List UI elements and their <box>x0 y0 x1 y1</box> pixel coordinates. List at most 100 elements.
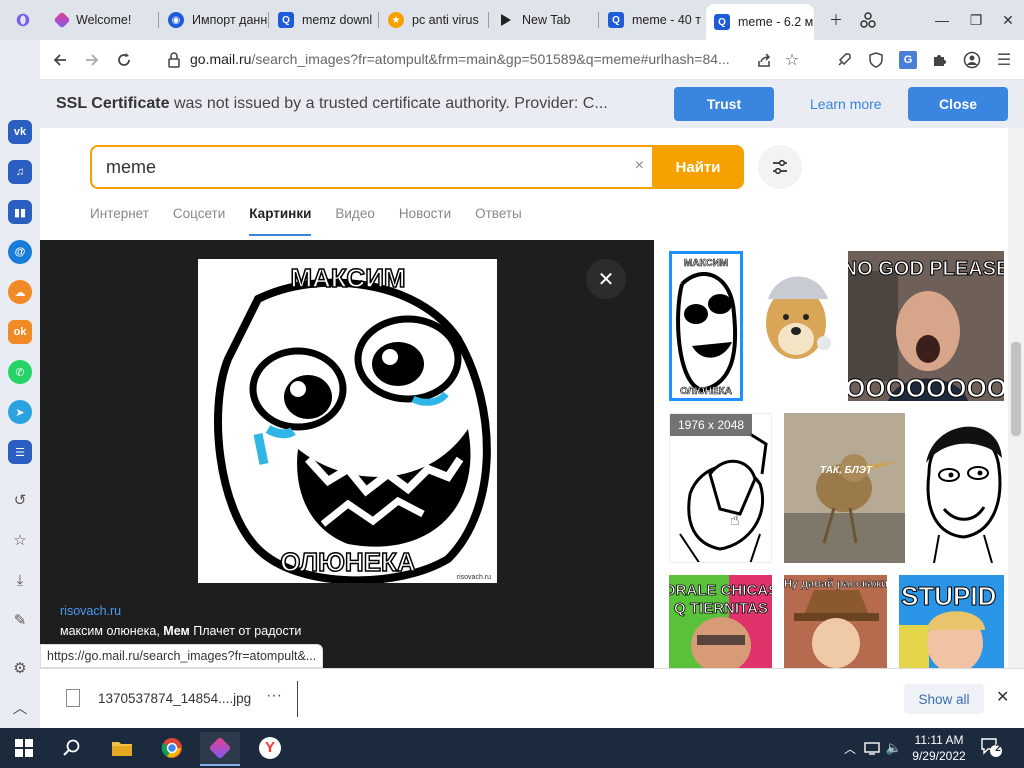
address-bar: go.mail.ru/search_images?fr=atompult&frm… <box>40 40 1024 80</box>
windows-start-icon[interactable] <box>10 734 38 762</box>
yandex-browser-icon[interactable]: Y <box>256 734 284 762</box>
tab-socseti[interactable]: Соцсети <box>173 206 225 221</box>
show-all-downloads-button[interactable]: Show all <box>904 684 984 714</box>
tab-label: meme - 6.2 м <box>738 15 814 29</box>
tab-welcome[interactable]: Welcome! <box>48 6 156 34</box>
whatsapp-icon[interactable]: ✆ <box>8 360 32 384</box>
ssl-label: SSL Certificate <box>56 95 170 112</box>
account-icon[interactable] <box>960 48 984 72</box>
settings-gear-icon[interactable]: ⚙ <box>9 657 31 679</box>
tab-internet[interactable]: Интернет <box>90 206 149 221</box>
downloads-bar-close-button[interactable]: ✕ <box>996 687 1009 707</box>
learn-more-link[interactable]: Learn more <box>810 96 882 112</box>
scrollbar-thumb[interactable] <box>1011 342 1021 436</box>
image-viewer: МАКСИМ ОЛЮНЕКА risovach.ru ✕ risovach.ru… <box>40 240 654 668</box>
tab-new-tab[interactable]: New Tab <box>490 6 598 34</box>
url-path: /search_images?fr=atompult&frm=main&gp=5… <box>251 51 730 67</box>
system-clock[interactable]: 11:11 AM 9/29/2022 <box>906 732 972 764</box>
tab-label: Welcome! <box>76 13 132 27</box>
list-icon[interactable]: ☰ <box>8 440 32 464</box>
url-field[interactable]: go.mail.ru/search_images?fr=atompult&frm… <box>190 51 750 67</box>
opera-logo-icon <box>16 13 30 27</box>
back-button[interactable] <box>48 48 72 72</box>
window-close-button[interactable]: ✕ <box>996 8 1020 32</box>
telegram-icon[interactable]: ➤ <box>8 400 32 424</box>
share-icon[interactable] <box>752 48 776 72</box>
reload-button[interactable] <box>112 48 136 72</box>
thumb-wonka[interactable]: Ну давай расскажи <box>784 575 887 668</box>
vk-icon[interactable]: vk <box>8 120 32 144</box>
rocket-icon[interactable] <box>832 48 856 72</box>
tab-snapshot-icon[interactable] <box>856 8 880 32</box>
taskbar-search-icon[interactable] <box>58 734 86 762</box>
tab-divider <box>598 12 599 28</box>
extensions-puzzle-icon[interactable] <box>928 48 952 72</box>
tab-meme-40[interactable]: Q meme - 40 т <box>600 6 704 34</box>
chrome-icon[interactable] <box>158 734 186 762</box>
ssl-close-button[interactable]: Close <box>908 87 1008 121</box>
file-explorer-icon[interactable] <box>108 734 136 762</box>
forward-button[interactable] <box>80 48 104 72</box>
thumb-tak-blet-bird[interactable]: ТАК, БЛЭТ <box>784 413 905 563</box>
image-results-grid: МАКСИМ ОЛЮНЕКА NO GOD PLEASE OOOOOOOO 19… <box>654 240 1008 668</box>
collapse-chevron-up-icon[interactable]: ︿ <box>9 696 31 718</box>
download-filename[interactable]: 1370537874_14854....jpg <box>98 691 251 706</box>
tab-news[interactable]: Новости <box>399 206 451 221</box>
trust-button[interactable]: Trust <box>674 87 774 121</box>
tab-video[interactable]: Видео <box>335 206 374 221</box>
minimize-button[interactable]: — <box>930 8 954 32</box>
url-domain: go.mail.ru <box>190 51 252 67</box>
opera-gx-taskbar-icon[interactable] <box>200 732 240 766</box>
tab-import[interactable]: ◉ Импорт данн <box>160 6 268 34</box>
tab-answers[interactable]: Ответы <box>475 206 522 221</box>
search-submit-button[interactable]: Найти <box>652 145 744 189</box>
restore-button[interactable]: ❐ <box>964 8 988 32</box>
downloads-icon[interactable]: ⤓ <box>9 569 31 591</box>
image-source-link[interactable]: risovach.ru <box>60 604 121 618</box>
main-meme-image[interactable]: МАКСИМ ОЛЮНЕКА risovach.ru <box>198 259 497 585</box>
thumb9-text: STUPID OI <box>901 581 1004 611</box>
extensions-icon[interactable]: ✎ <box>9 609 31 631</box>
volume-icon[interactable]: 🔈 <box>880 734 908 762</box>
tab-divider <box>158 12 159 28</box>
lock-icon[interactable] <box>162 48 186 72</box>
thumb7-text2: Q TIERNITAS <box>674 600 768 617</box>
thumb-no-god-please[interactable]: NO GOD PLEASE OOOOOOOO <box>848 251 1004 401</box>
odnoklassniki-icon[interactable]: ok <box>8 320 32 344</box>
caption-title: максим олюнека, <box>60 624 164 638</box>
tab-memz-download[interactable]: Q memz downl <box>270 6 378 34</box>
thumb5-text: ТАК, БЛЭТ <box>820 465 873 476</box>
thumb-selected[interactable]: МАКСИМ ОЛЮНЕКА <box>669 251 743 401</box>
clear-search-icon[interactable]: × <box>635 157 644 175</box>
history-icon[interactable]: ↺ <box>9 489 31 511</box>
new-tab-button[interactable]: ＋ <box>824 8 848 32</box>
thumb-smiling-face[interactable] <box>914 413 1004 563</box>
tab-meme-active[interactable]: Q meme - 6.2 м ✕ <box>706 4 814 40</box>
viewer-close-button[interactable]: ✕ <box>586 259 626 299</box>
translate-icon[interactable]: G <box>896 48 920 72</box>
search-input[interactable]: meme × <box>90 145 652 189</box>
shield-icon[interactable] <box>864 48 888 72</box>
music-icon[interactable]: ♫ <box>8 160 32 184</box>
thumb-doge[interactable] <box>754 251 838 401</box>
filters-button[interactable] <box>758 145 802 189</box>
mail-at-icon[interactable]: @ <box>8 240 32 264</box>
download-more-button[interactable]: ··· <box>266 687 282 705</box>
cloud-icon[interactable]: ☁ <box>8 280 32 304</box>
opera-menu-button[interactable] <box>8 6 38 34</box>
thumb-facepalm[interactable]: 1976 x 2048 ☝ <box>669 413 772 563</box>
notifications-button[interactable]: 2 <box>980 736 1002 761</box>
stats-icon[interactable]: ▮▮ <box>8 200 32 224</box>
thumb3-bottom-text: OOOOOOOO <box>848 373 1004 401</box>
tab-pc-anti-virus[interactable]: ★ pc anti virus <box>380 6 488 34</box>
page-scrollbar[interactable] <box>1008 128 1024 668</box>
meme-bottom-text: ОЛЮНЕКА <box>280 547 416 577</box>
ssl-warning-text: SSL Certificate was not issued by a trus… <box>56 95 656 113</box>
tab-images[interactable]: Картинки <box>249 206 312 236</box>
bookmarks-star-icon[interactable]: ☆ <box>9 529 31 551</box>
menu-icon[interactable]: ☰ <box>992 48 1016 72</box>
thumb-orale-chicas[interactable]: ORALE CHICAS Q TIERNITAS <box>669 575 772 668</box>
thumb-stupid[interactable]: STUPID OI <box>899 575 1004 668</box>
search-query[interactable]: meme <box>106 157 156 178</box>
bookmark-star-icon[interactable]: ☆ <box>780 48 804 72</box>
